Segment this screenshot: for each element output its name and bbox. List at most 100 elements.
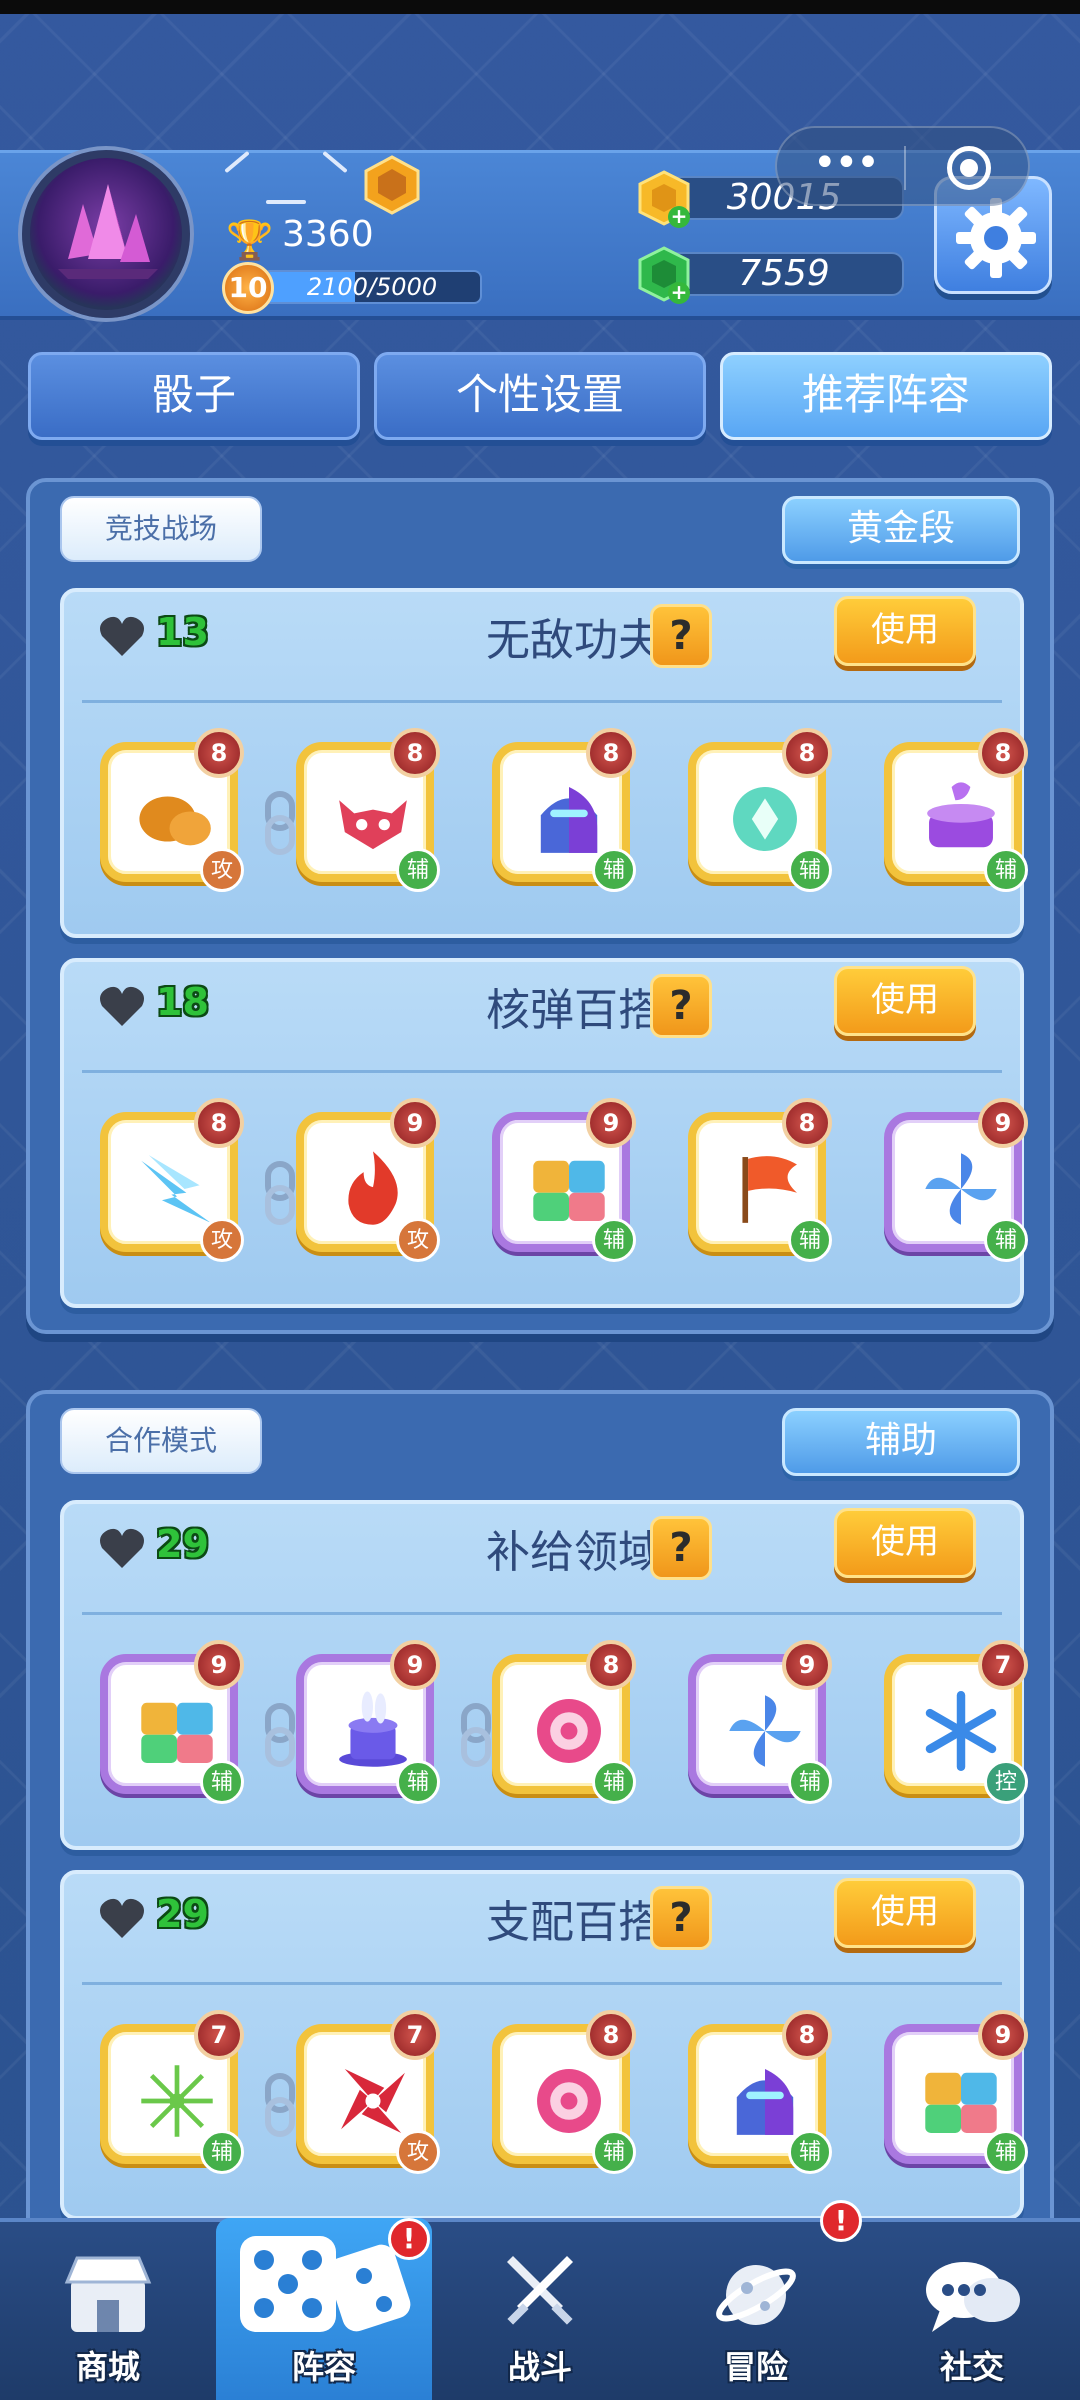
deck-help-button[interactable]: ? bbox=[650, 604, 712, 668]
deck-section: 竞技战场 黄金段 13 无敌功夫? 使用 8 攻 8 辅 8 辅 8 辅 8 辅 18 核弹百搭? 使用 8 攻 9 攻 9… bbox=[26, 478, 1054, 1334]
nav-battle[interactable]: 战斗 bbox=[432, 2222, 648, 2400]
deck-alert-badge: ! bbox=[388, 2218, 430, 2260]
tab-dice[interactable]: 骰子 bbox=[28, 352, 360, 440]
chain-link-icon bbox=[262, 1702, 298, 1768]
dice-slot[interactable]: 9辅 bbox=[688, 1640, 832, 1804]
dice-level-badge: 8 bbox=[782, 728, 832, 778]
deck-card: 29 支配百搭? 使用 7 辅 7 攻 8 辅 8 辅 9 辅 bbox=[60, 1870, 1028, 2220]
dice-slot[interactable]: 8辅 bbox=[492, 1640, 636, 1804]
dice-role-badge: 辅 bbox=[984, 848, 1028, 892]
dice-level-badge: 9 bbox=[390, 1098, 440, 1148]
planet-icon bbox=[716, 2265, 796, 2325]
dice-slot[interactable]: 8攻 bbox=[100, 728, 244, 892]
dice-slot[interactable]: 7攻 bbox=[296, 2010, 440, 2174]
dice-role-badge: 辅 bbox=[788, 1218, 832, 1262]
use-deck-button[interactable]: 使用 bbox=[834, 1878, 976, 1948]
dice-slot[interactable]: 7控 bbox=[884, 1640, 1028, 1804]
use-deck-button[interactable]: 使用 bbox=[834, 1508, 976, 1578]
nav-deck[interactable]: ! 阵容 bbox=[216, 2218, 432, 2400]
chain-link-icon bbox=[262, 2072, 298, 2138]
close-target-icon[interactable] bbox=[947, 146, 991, 190]
dice-level-badge: 7 bbox=[194, 2010, 244, 2060]
nav-label: 阵容 bbox=[291, 2348, 356, 2386]
game-mode-label: 竞技战场 bbox=[60, 496, 262, 562]
dice-role-badge: 辅 bbox=[592, 848, 636, 892]
dice-slot[interactable]: 9辅 bbox=[884, 1098, 1028, 1262]
tier-filter-button[interactable]: 黄金段 bbox=[782, 496, 1020, 564]
heart-icon bbox=[98, 984, 146, 1032]
more-menu-icon[interactable]: ••• bbox=[813, 143, 880, 183]
dice-slot[interactable]: 8辅 bbox=[492, 2010, 636, 2174]
dice-role-badge: 辅 bbox=[200, 1760, 244, 1804]
tab-recommended-decks[interactable]: 推荐阵容 bbox=[720, 352, 1052, 440]
player-name-stroke bbox=[266, 200, 306, 204]
mini-program-capsule: ••• bbox=[775, 126, 1030, 206]
shop-icon bbox=[64, 2256, 152, 2332]
heart-icon bbox=[98, 1896, 146, 1944]
deck-help-button[interactable]: ? bbox=[650, 1516, 712, 1580]
dice-role-badge: 攻 bbox=[396, 2130, 440, 2174]
dice-slot[interactable]: 8辅 bbox=[296, 728, 440, 892]
dice-level-badge: 8 bbox=[390, 728, 440, 778]
deck-help-button[interactable]: ? bbox=[650, 1886, 712, 1950]
player-level-badge: 10 bbox=[222, 262, 274, 314]
dice-slot[interactable]: 8辅 bbox=[884, 728, 1028, 892]
trophy-icon: 🏆 bbox=[226, 218, 274, 262]
dice-slot[interactable]: 9辅 bbox=[492, 1098, 636, 1262]
use-deck-button[interactable]: 使用 bbox=[834, 596, 976, 666]
dice-level-badge: 9 bbox=[978, 1098, 1028, 1148]
gem-display: 7559 bbox=[664, 252, 904, 296]
dice-role-badge: 辅 bbox=[592, 1760, 636, 1804]
dice-slot[interactable]: 8辅 bbox=[688, 1098, 832, 1262]
dice-level-badge: 8 bbox=[978, 728, 1028, 778]
deck-help-button[interactable]: ? bbox=[650, 974, 712, 1038]
dice-slot[interactable]: 9辅 bbox=[100, 1640, 244, 1804]
dice-slot[interactable]: 8攻 bbox=[100, 1098, 244, 1262]
dice-slot[interactable]: 9辅 bbox=[884, 2010, 1028, 2174]
deck-divider bbox=[82, 1070, 1002, 1073]
dice-level-badge: 8 bbox=[586, 1640, 636, 1690]
dice-level-badge: 9 bbox=[390, 1640, 440, 1690]
dice-slot[interactable]: 9辅 bbox=[296, 1640, 440, 1804]
dice-slot[interactable]: 8辅 bbox=[688, 728, 832, 892]
xp-text: 2100/5000 bbox=[306, 273, 438, 301]
dice-level-badge: 8 bbox=[194, 1098, 244, 1148]
chain-link-icon bbox=[262, 1160, 298, 1226]
player-avatar[interactable] bbox=[22, 150, 190, 318]
nav-social[interactable]: 社交 bbox=[864, 2222, 1080, 2400]
use-deck-button[interactable]: 使用 bbox=[834, 966, 976, 1036]
dice-slot[interactable]: 8辅 bbox=[688, 2010, 832, 2174]
dice-slot[interactable]: 7辅 bbox=[100, 2010, 244, 2174]
heart-icon bbox=[98, 1526, 146, 1574]
dice-role-badge: 辅 bbox=[592, 1218, 636, 1262]
dice-role-badge: 辅 bbox=[788, 2130, 832, 2174]
nav-adventure[interactable]: ! 冒险 bbox=[648, 2200, 864, 2400]
chat-icon bbox=[926, 2262, 1020, 2332]
dice-level-badge: 8 bbox=[782, 1098, 832, 1148]
dice-role-badge: 控 bbox=[984, 1760, 1028, 1804]
rank-badge-icon[interactable] bbox=[362, 155, 422, 215]
tier-filter-button[interactable]: 辅助 bbox=[782, 1408, 1020, 1476]
deck-likes-count: 18 bbox=[156, 980, 209, 1024]
add-gems-icon[interactable]: + bbox=[668, 282, 690, 304]
tab-customize[interactable]: 个性设置 bbox=[374, 352, 706, 440]
crystal-icon bbox=[58, 184, 158, 279]
dice-slot[interactable]: 8辅 bbox=[492, 728, 636, 892]
dice-role-badge: 辅 bbox=[396, 848, 440, 892]
nav-shop[interactable]: 商城 bbox=[0, 2222, 216, 2400]
dice-role-badge: 攻 bbox=[200, 1218, 244, 1262]
nav-label: 战斗 bbox=[507, 2348, 572, 2386]
game-mode-label: 合作模式 bbox=[60, 1408, 262, 1474]
deck-divider bbox=[82, 1982, 1002, 1985]
deck-likes-count: 13 bbox=[156, 610, 209, 654]
dice-slot[interactable]: 9攻 bbox=[296, 1098, 440, 1262]
dice-role-badge: 辅 bbox=[788, 848, 832, 892]
dice-role-badge: 攻 bbox=[396, 1218, 440, 1262]
adventure-alert-badge: ! bbox=[820, 2200, 862, 2242]
dice-level-badge: 9 bbox=[978, 2010, 1028, 2060]
add-gold-icon[interactable]: + bbox=[668, 206, 690, 228]
chain-link-icon bbox=[458, 1702, 494, 1768]
dice-level-badge: 8 bbox=[194, 728, 244, 778]
deck-likes-count: 29 bbox=[156, 1892, 209, 1936]
dice-role-badge: 辅 bbox=[984, 1218, 1028, 1262]
